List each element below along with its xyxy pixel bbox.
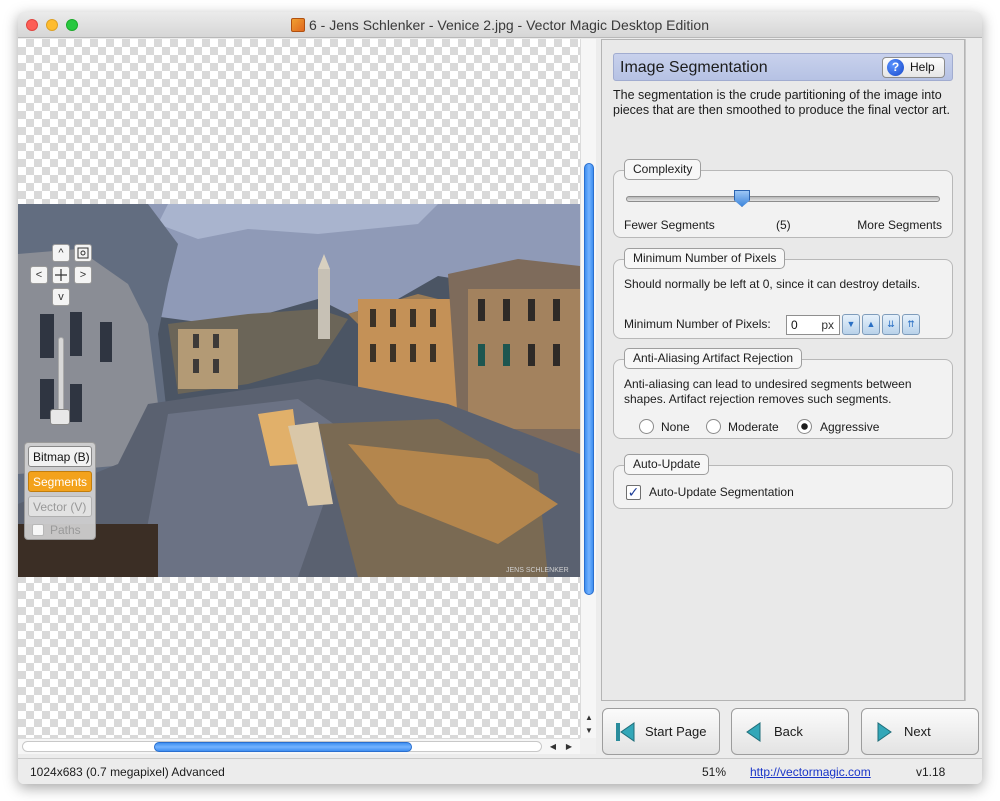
zoom-slider-thumb[interactable]: [50, 409, 70, 425]
pan-left-button[interactable]: <: [30, 266, 48, 284]
back-button[interactable]: Back: [731, 708, 849, 755]
auto-update-label: Auto-Update: [624, 454, 710, 475]
min-pixels-input[interactable]: 0 px: [786, 315, 840, 335]
back-arrow-icon: [746, 722, 761, 742]
zoom-fit-icon: [77, 247, 89, 259]
zoom-fit-button[interactable]: [74, 244, 92, 262]
paths-label: Paths: [50, 523, 81, 537]
min-pixels-label: Minimum Number of Pixels: [624, 248, 786, 269]
anti-aliasing-group: Anti-Aliasing Artifact Rejection Anti-al…: [613, 348, 953, 439]
scroll-down-arrow-icon[interactable]: ▼: [582, 724, 596, 737]
increase-button[interactable]: ▲: [862, 314, 880, 335]
image-canvas[interactable]: JENS SCHLENKER ^ < > v Bitmap (B) Segmen…: [18, 39, 580, 738]
decrease-fast-button[interactable]: ⇊: [882, 314, 900, 335]
radio-moderate-label: Moderate: [728, 420, 779, 434]
help-icon: ?: [887, 59, 904, 76]
anti-aliasing-description: Anti-aliasing can lead to undesired segm…: [624, 377, 912, 406]
radio-none-label: None: [661, 420, 690, 434]
min-pixels-value: 0: [791, 318, 798, 332]
scroll-corner: [580, 738, 596, 754]
watermark-text: JENS SCHLENKER: [506, 567, 569, 574]
fewer-segments-label: Fewer Segments: [624, 218, 715, 232]
intro-text: The segmentation is the crude partitioni…: [613, 88, 951, 117]
min-pixels-description: Should normally be left at 0, since it c…: [624, 277, 921, 291]
next-label: Next: [904, 724, 931, 739]
pan-right-button[interactable]: >: [74, 266, 92, 284]
more-segments-label: More Segments: [857, 218, 942, 232]
website-link[interactable]: http://vectormagic.com: [750, 765, 871, 779]
zoom-level: 51%: [702, 765, 727, 779]
zoom-slider-track[interactable]: [58, 337, 64, 415]
horizontal-scroll-thumb[interactable]: [154, 742, 412, 752]
canvas-horizontal-scrollbar[interactable]: ◀ ▶: [18, 738, 580, 754]
auto-update-checkbox[interactable]: ✓: [626, 485, 641, 500]
move-icon: [55, 269, 67, 281]
radio-none[interactable]: [639, 419, 654, 434]
panel-scrollbar[interactable]: [965, 39, 982, 701]
start-page-icon: [616, 722, 635, 742]
complexity-group: Complexity Fewer Segments (5) More Segme…: [613, 159, 953, 238]
panel-header: Image Segmentation ? Help: [613, 53, 953, 81]
document-icon: [291, 18, 305, 32]
pan-center-button[interactable]: [52, 266, 70, 284]
decrease-button[interactable]: ▼: [842, 314, 860, 335]
start-page-button[interactable]: Start Page: [602, 708, 720, 755]
navigation-pad: ^ < > v: [28, 244, 94, 314]
help-button[interactable]: ? Help: [882, 57, 945, 78]
vertical-scroll-thumb[interactable]: [584, 163, 594, 595]
pan-up-button[interactable]: ^: [52, 244, 70, 262]
complexity-slider-thumb[interactable]: [734, 190, 750, 207]
min-pixels-group: Minimum Number of Pixels Should normally…: [613, 248, 953, 339]
increase-fast-button[interactable]: ⇈: [902, 314, 920, 335]
paths-checkbox[interactable]: [32, 524, 44, 536]
scroll-up-arrow-icon[interactable]: ▲: [582, 711, 596, 724]
venice-image-graphic: JENS SCHLENKER: [18, 204, 580, 577]
help-label: Help: [910, 60, 935, 74]
version-label: v1.18: [916, 765, 946, 779]
app-window: 6 - Jens Schlenker - Venice 2.jpg - Vect…: [18, 12, 982, 784]
complexity-label: Complexity: [624, 159, 702, 180]
segmented-image: JENS SCHLENKER: [18, 204, 580, 577]
window-title-wrap: 6 - Jens Schlenker - Venice 2.jpg - Vect…: [18, 17, 982, 33]
vector-view-button[interactable]: Vector (V): [28, 496, 92, 517]
scroll-right-arrow-icon[interactable]: ▶: [562, 740, 576, 753]
auto-update-group: Auto-Update ✓ Auto-Update Segmentation: [613, 454, 953, 509]
anti-aliasing-label: Anti-Aliasing Artifact Rejection: [624, 348, 803, 369]
bitmap-view-button[interactable]: Bitmap (B): [28, 446, 92, 467]
min-pixels-field-label: Minimum Number of Pixels:: [624, 317, 771, 331]
title-bar: 6 - Jens Schlenker - Venice 2.jpg - Vect…: [18, 12, 982, 38]
complexity-value: (5): [776, 218, 791, 232]
canvas-vertical-scrollbar[interactable]: ▲ ▼: [580, 39, 596, 738]
start-page-label: Start Page: [645, 724, 707, 739]
scroll-left-arrow-icon[interactable]: ◀: [546, 740, 560, 753]
wizard-navigation: Start Page Back Next: [601, 704, 982, 756]
min-pixels-unit: px: [821, 318, 834, 332]
paths-toggle[interactable]: Paths: [28, 520, 92, 539]
radio-aggressive-label: Aggressive: [820, 420, 880, 434]
auto-update-checkbox-label: Auto-Update Segmentation: [649, 485, 794, 499]
status-bar: 1024x683 (0.7 megapixel) Advanced 51% ht…: [18, 758, 982, 784]
segments-view-button[interactable]: Segments: [28, 471, 92, 492]
window-title: 6 - Jens Schlenker - Venice 2.jpg - Vect…: [309, 17, 709, 33]
pan-down-button[interactable]: v: [52, 288, 70, 306]
next-arrow-icon: [877, 722, 892, 742]
radio-aggressive[interactable]: [797, 419, 812, 434]
view-mode-panel: Bitmap (B) Segments Vector (V) Paths: [24, 442, 96, 540]
radio-moderate[interactable]: [706, 419, 721, 434]
complexity-slider-track[interactable]: [626, 196, 940, 202]
back-label: Back: [774, 724, 803, 739]
image-info: 1024x683 (0.7 megapixel) Advanced: [30, 765, 225, 779]
next-button[interactable]: Next: [861, 708, 979, 755]
panel-title: Image Segmentation: [620, 59, 768, 76]
settings-panel: Image Segmentation ? Help The segmentatio…: [601, 39, 965, 701]
